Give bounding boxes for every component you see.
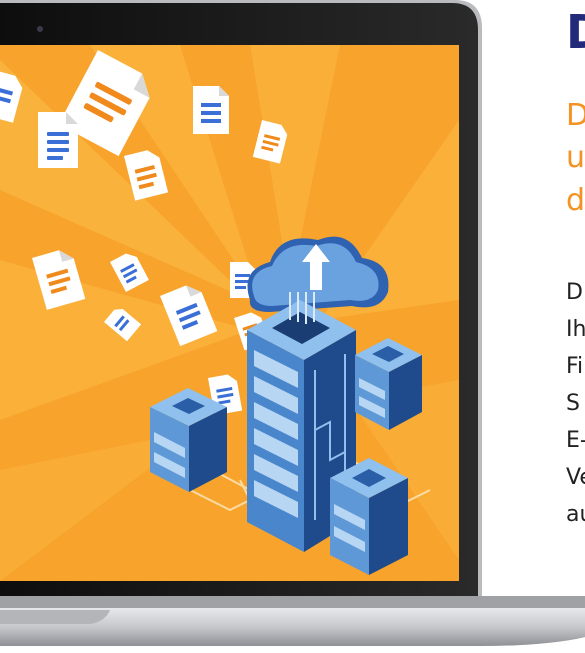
camera-icon (37, 26, 43, 32)
subheading-line-1: D (566, 98, 585, 133)
subheading-line-2: u (566, 140, 585, 175)
server-rack-right (355, 338, 422, 430)
body-line-3: Fi (566, 354, 584, 379)
laptop-base (0, 596, 585, 646)
hero-section: D D u d D Ih Fi S E- Ve au (0, 0, 585, 653)
body-line-4: S (566, 391, 580, 416)
body-line-1: D (566, 280, 583, 305)
body-line-2: Ih (566, 317, 585, 342)
subheading-line-3: d (566, 183, 585, 218)
server-rack-front (330, 458, 408, 575)
section-heading: D (566, 2, 585, 62)
body-line-7: au (566, 502, 585, 527)
body-line-5: E- (566, 428, 585, 453)
document-icon (38, 112, 78, 168)
server-rack-left (150, 388, 227, 492)
document-icon (193, 86, 229, 134)
laptop-illustration (0, 0, 585, 646)
body-line-6: Ve (566, 465, 585, 490)
